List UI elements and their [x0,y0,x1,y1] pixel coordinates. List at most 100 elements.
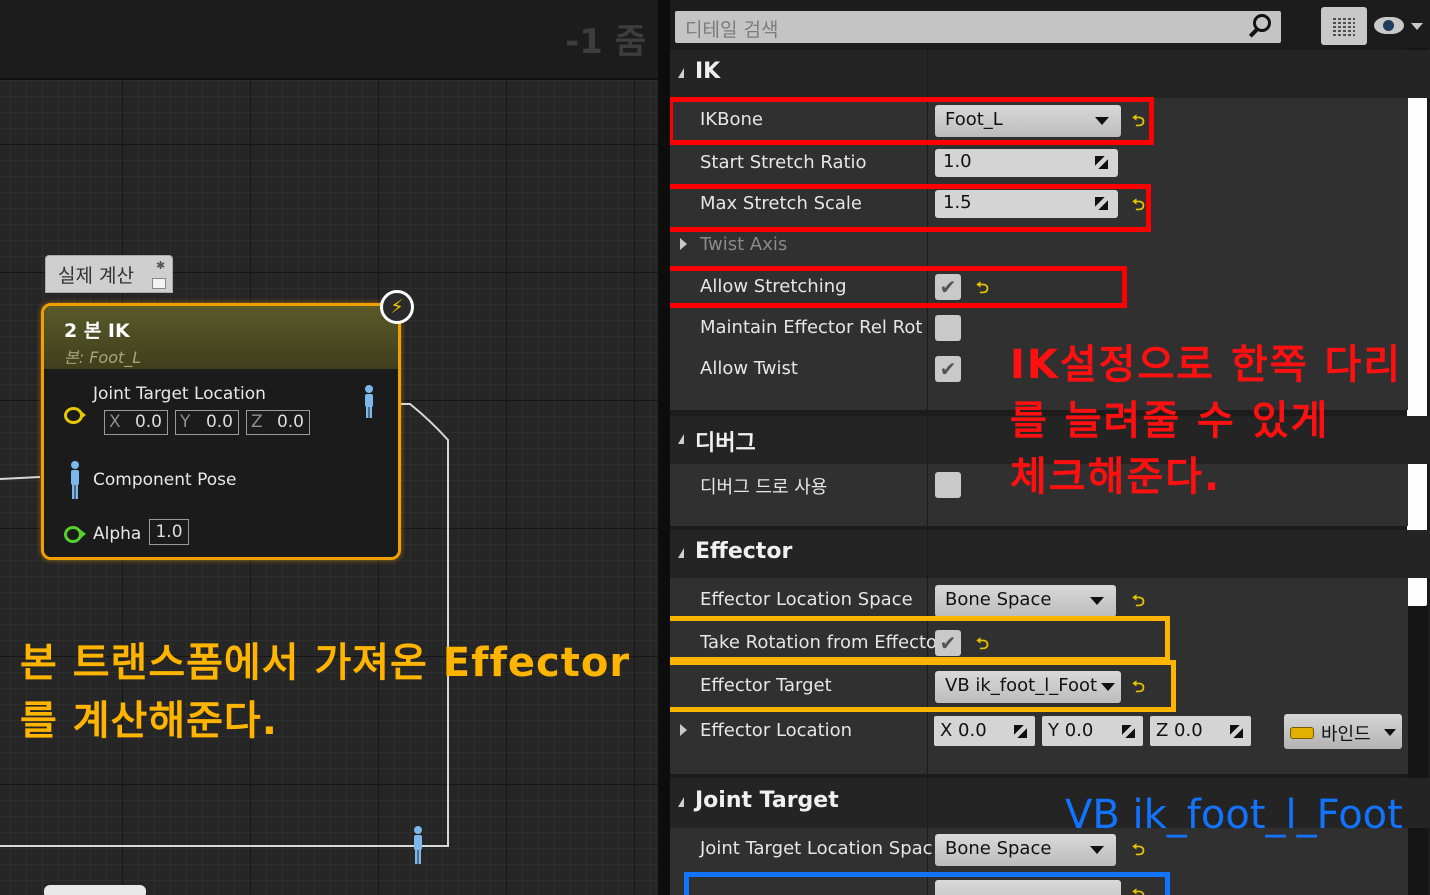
effector-location-z-field[interactable]: Z 0.0 [1150,716,1251,746]
x-value: 0.0 [134,412,162,432]
chevron-down-icon [1090,846,1104,854]
draw-debug-checkbox[interactable] [935,472,961,498]
collapse-triangle-icon[interactable] [678,68,684,78]
red-highlight-ikbone [670,97,1154,145]
reset-arrow-icon[interactable]: ⮌ [1132,839,1145,866]
two-bone-ik-node[interactable]: 2 본 IK 본: Foot_L Joint Target Location X… [41,303,401,560]
effector-location-space-value: Bone Space [945,589,1052,610]
maintain-effector-rel-rot-label: Maintain Effector Rel Rot [700,317,923,338]
partial-node-bottom [44,885,146,895]
output-pose-pin-icon[interactable] [361,385,377,419]
yellow-highlight-effector-target [670,660,1176,712]
wire-end-pose-icon [414,826,422,864]
twist-axis-label: Twist Axis [700,234,788,255]
drag-arrows-icon[interactable] [1014,725,1027,738]
drag-arrows-icon[interactable] [1230,725,1243,738]
yellow-annotation-line2: 를 계산해준다. [20,698,278,744]
bind-label: 바인드 [1321,724,1371,745]
alpha-label: Alpha [93,524,142,544]
effector-location-space-label: Effector Location Space [700,589,913,610]
collapse-triangle-icon[interactable] [678,548,684,558]
maintain-effector-rel-rot-checkbox[interactable] [935,315,961,341]
blue-highlight-joint-target [684,872,1170,895]
red-highlight-allow-stretching [670,266,1127,308]
z-axis-label: Z [251,412,263,432]
x-axis-label: X [109,412,121,432]
category-effector-title: Effector [695,539,793,564]
expand-triangle-icon[interactable] [680,724,687,736]
component-pose-pin-icon[interactable] [67,461,83,501]
red-annotation-line1: IK설정으로 한쪽 다리 [1010,342,1403,388]
pin-arrow-icon [81,411,86,419]
node-subtitle: 본: Foot_L [64,348,142,367]
expand-triangle-icon[interactable] [680,238,687,250]
start-stretch-ratio-field[interactable]: 1.0 [935,149,1118,177]
category-joint-target-title: Joint Target [695,788,839,813]
details-search-input[interactable]: 디테일 검색 [675,11,1281,43]
drag-arrows-icon[interactable] [1122,725,1135,738]
chevron-down-icon [1384,729,1396,736]
node-body: Joint Target Location X 0.0 Y 0.0 Z 0.0 [44,369,398,557]
pin-icon[interactable]: ✱ [156,260,166,271]
grid-view-icon [1333,16,1355,36]
red-annotation-line2: 를 늘려줄 수 있게 [1010,398,1330,444]
effector-location-z-value: Z 0.0 [1156,720,1203,741]
node-title: 2 본 IK [64,320,130,342]
start-stretch-ratio-value: 1.0 [943,151,972,172]
start-stretch-ratio-label: Start Stretch Ratio [700,152,867,173]
joint-target-location-space-label: Joint Target Location Spac [700,838,933,859]
y-value: 0.0 [205,412,233,432]
property-matrix-button[interactable] [1321,7,1367,45]
category-ik-title: IK [695,59,721,84]
effector-location-x-field[interactable]: X 0.0 [934,716,1035,746]
comment-text: 실제 계산 [58,265,134,287]
anim-graph-panel[interactable]: -1 줌 실제 계산 ✱ 2 본 IK 본: Foot_L Joint Targ… [0,0,658,895]
search-icon[interactable] [1253,14,1271,32]
z-value: 0.0 [276,412,304,432]
category-effector[interactable]: Effector [670,530,1430,578]
component-pose-label: Component Pose [93,470,237,490]
collapse-triangle-icon[interactable] [678,434,684,444]
allow-twist-checkbox[interactable]: ✔ [935,356,961,382]
bind-icon [1290,727,1314,739]
joint-target-location-space-value: Bone Space [945,838,1052,859]
node-header[interactable]: 2 본 IK 본: Foot_L [44,306,398,369]
draw-debug-label: 디버그 드로 사용 [700,477,828,498]
red-annotation-line3: 체크해준다. [1010,454,1222,500]
joint-target-x-field[interactable]: X 0.0 [104,410,168,435]
y-axis-label: Y [180,412,191,432]
joint-target-y-field[interactable]: Y 0.0 [175,410,239,435]
bind-button[interactable]: 바인드 [1284,714,1402,749]
drag-arrows-icon[interactable] [1095,156,1108,169]
collapse-triangle-icon[interactable] [678,797,684,807]
comment-bubble[interactable]: 실제 계산 ✱ [45,255,173,293]
reset-arrow-icon[interactable]: ⮌ [1132,590,1145,617]
yellow-annotation-line1: 본 트랜스폼에서 가져온 Effector [20,640,631,686]
red-highlight-max-stretch [670,184,1151,232]
category-debug-title: 디버그 [695,431,756,456]
pin-arrow-icon [81,530,86,538]
column-divider[interactable] [927,416,928,526]
effector-location-space-combo[interactable]: Bone Space [935,585,1116,617]
scrollbar-thumb[interactable] [1407,52,1427,606]
allow-twist-label: Allow Twist [700,358,798,379]
effector-location-x-value: X 0.0 [940,720,987,741]
wire-component-pose [0,476,41,480]
alpha-value-field[interactable]: 1.0 [149,519,189,545]
category-ik[interactable]: IK [670,50,1430,98]
panel-splitter[interactable] [658,0,670,895]
effector-location-label: Effector Location [700,720,853,741]
comment-box-icon [152,278,166,289]
chevron-down-icon[interactable] [1411,23,1423,30]
eye-icon[interactable] [1374,17,1404,34]
search-placeholder: 디테일 검색 [685,19,779,41]
fast-path-lightning-icon: ⚡ [380,290,414,324]
joint-target-location-space-combo[interactable]: Bone Space [935,834,1116,866]
effector-location-y-field[interactable]: Y 0.0 [1042,716,1143,746]
blue-annotation: VB ik_foot_l_Foot [1065,792,1403,838]
joint-target-label: Joint Target Location [93,384,266,404]
chevron-down-icon [1090,597,1104,605]
details-panel: 디테일 검색 IK IKBone Foot_L ⮌ Start Stretch … [670,0,1430,895]
joint-target-z-field[interactable]: Z 0.0 [246,410,310,435]
alpha-input-pin[interactable] [64,526,82,543]
